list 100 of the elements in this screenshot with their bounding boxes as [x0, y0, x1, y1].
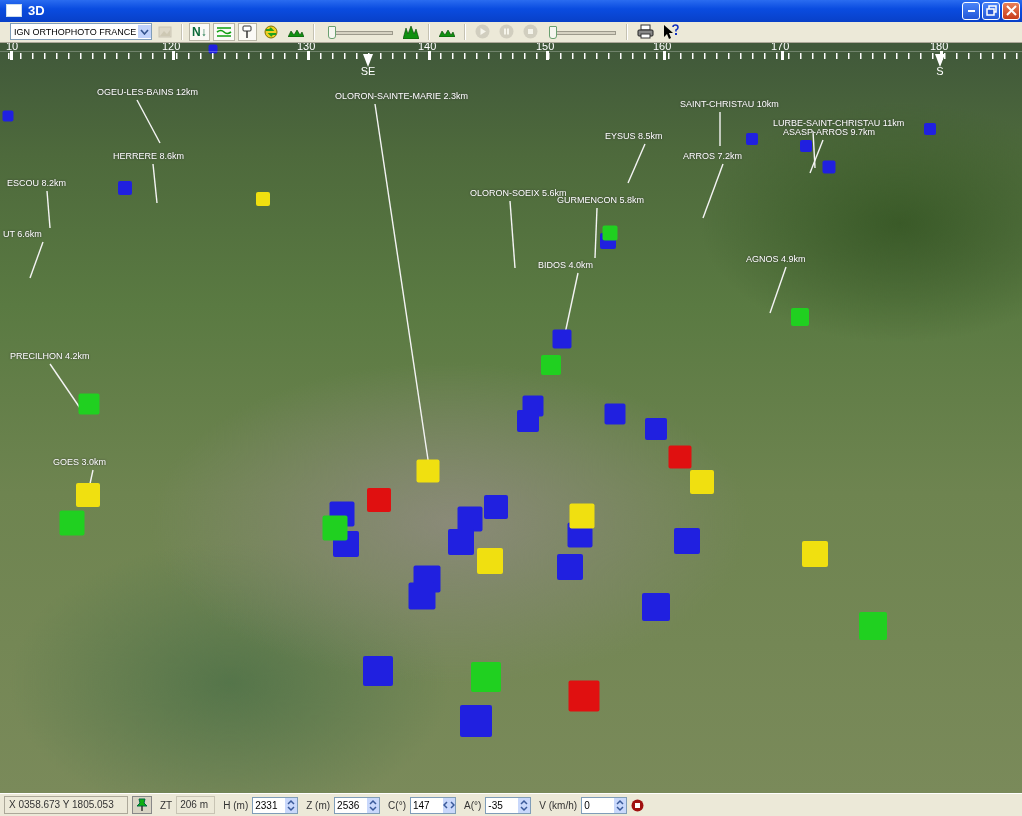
marker-icon[interactable]: [859, 611, 887, 640]
marker-icon[interactable]: [690, 469, 714, 494]
play-icon: [474, 24, 490, 40]
marker-icon[interactable]: [604, 403, 626, 425]
place-label: AGNOS 4.9km: [746, 253, 806, 264]
place-label: ESCOU 8.2km: [7, 177, 66, 188]
marker-icon[interactable]: [367, 487, 391, 512]
place-label: EYSUS 8.5km: [605, 130, 663, 141]
marker-icon[interactable]: [76, 482, 100, 507]
slider-thumb[interactable]: [327, 25, 336, 39]
marker-icon[interactable]: [557, 553, 583, 580]
marker-icon[interactable]: [822, 160, 836, 174]
marker-icon[interactable]: [568, 680, 600, 712]
stop-icon: [522, 24, 538, 40]
record-button[interactable]: [631, 798, 645, 812]
window-icon: [6, 4, 22, 18]
pin-icon: [241, 24, 254, 39]
place-label: UT 6.6km: [3, 228, 42, 239]
marker-icon[interactable]: [674, 527, 700, 554]
slider-thumb[interactable]: [549, 25, 558, 39]
marker-icon[interactable]: [645, 417, 667, 440]
marker-icon[interactable]: [477, 547, 503, 574]
compass-degree: 130: [297, 42, 316, 52]
field-label: Z (m): [306, 799, 331, 811]
minimize-button[interactable]: [962, 2, 980, 20]
compass-degree: 160: [653, 42, 672, 52]
left-right-arrows-icon: [443, 801, 455, 809]
help-cursor-icon: [662, 23, 679, 40]
spin-field[interactable]: 0: [581, 796, 628, 814]
marker-icon[interactable]: [569, 503, 595, 529]
marker-icon[interactable]: [118, 180, 132, 195]
marker-icon[interactable]: [791, 307, 809, 326]
field-label: C(°): [388, 799, 406, 811]
restore-icon: [985, 5, 997, 17]
compass-degree: 140: [418, 42, 437, 52]
pause-icon: [498, 24, 514, 40]
spin-field[interactable]: -35: [485, 796, 532, 814]
marker-icon[interactable]: [457, 506, 483, 532]
hypso-button[interactable]: [212, 22, 235, 41]
marker-icon[interactable]: [800, 139, 812, 152]
contour-lines-icon: [215, 25, 232, 39]
marker-icon[interactable]: [602, 225, 618, 241]
minimize-icon: [967, 10, 975, 12]
field-label: H (m): [223, 799, 249, 811]
marker-icon[interactable]: [517, 409, 539, 432]
marker-icon[interactable]: [802, 540, 828, 567]
place-label: PRECILHON 4.2km: [10, 350, 90, 361]
compass-direction: S: [935, 64, 945, 77]
marker-icon[interactable]: [448, 528, 474, 555]
marker-icon[interactable]: [924, 122, 936, 135]
marker-icon[interactable]: [668, 445, 692, 469]
spin-field[interactable]: 2536: [334, 796, 381, 814]
marker-icon[interactable]: [2, 110, 14, 122]
up-down-arrows-icon: [369, 798, 378, 812]
marker-icon[interactable]: [484, 494, 508, 519]
place-label: HERRERE 8.6km: [113, 150, 184, 161]
place-label: OLORON-SAINTE-MARIE 2.3km: [335, 90, 469, 101]
direction-pointer-icon: [935, 53, 945, 67]
marker-icon[interactable]: [208, 44, 218, 54]
pin-button[interactable]: [132, 796, 152, 814]
north-button[interactable]: N↓: [189, 22, 210, 41]
restore-button[interactable]: [982, 2, 1000, 20]
leader-line: [49, 363, 81, 409]
marker-icon[interactable]: [416, 459, 440, 483]
slider[interactable]: [547, 24, 616, 39]
close-button[interactable]: [1002, 2, 1020, 20]
marker-icon[interactable]: [552, 329, 572, 349]
pushpin-icon: [136, 798, 148, 812]
coordinates-readout: X 0358.673 Y 1805.053: [4, 796, 128, 814]
spin-field[interactable]: 2331: [252, 796, 299, 814]
layer-dropdown[interactable]: IGN ORTHOPHOTO FRANCE: [10, 23, 152, 41]
marker-icon[interactable]: [59, 510, 85, 536]
place-label: ASASP-ARROS 9.7km: [783, 126, 876, 137]
marker-icon[interactable]: [78, 393, 100, 415]
pin-button[interactable]: [237, 22, 257, 41]
up-down-arrows-icon: [520, 798, 529, 812]
marker-icon[interactable]: [541, 354, 561, 375]
marker-icon[interactable]: [746, 132, 758, 145]
printer-icon: [636, 24, 654, 40]
marker-icon[interactable]: [642, 592, 670, 621]
compass-degree: 150: [536, 42, 555, 52]
compass-degree: 180: [930, 42, 949, 52]
close-icon: [1005, 5, 1017, 17]
globe-refresh-icon: [262, 23, 279, 40]
spin-field[interactable]: 147: [410, 796, 456, 814]
compass-degree: 170: [771, 42, 790, 52]
marker-icon[interactable]: [322, 515, 348, 541]
leader-line: [29, 241, 44, 279]
leader-line: [136, 99, 161, 144]
up-down-arrows-icon: [287, 798, 296, 812]
marker-icon[interactable]: [256, 191, 270, 206]
picture-icon: [158, 25, 172, 38]
marker-icon[interactable]: [460, 704, 492, 737]
marker-icon[interactable]: [363, 655, 393, 686]
leader-line: [627, 143, 646, 184]
leader-line: [152, 163, 158, 204]
tall-mountains-icon: [402, 24, 419, 39]
marker-icon[interactable]: [408, 582, 436, 610]
marker-icon[interactable]: [471, 661, 501, 692]
altitude-readout: 206 m: [176, 796, 216, 814]
